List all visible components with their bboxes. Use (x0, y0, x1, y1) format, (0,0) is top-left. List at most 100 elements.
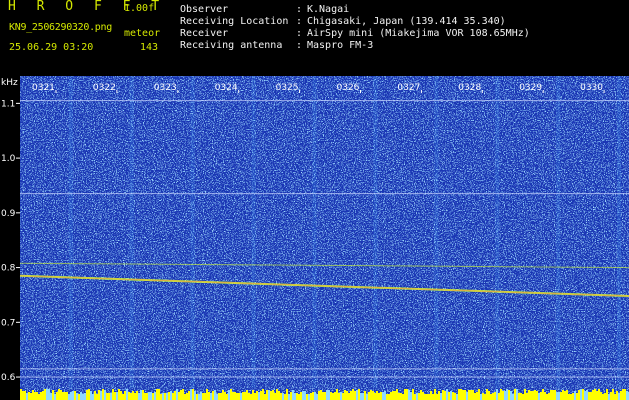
bottom-bar-segment (136, 391, 138, 400)
bottom-bar-segment (548, 393, 550, 400)
bottom-bar-segment (348, 393, 350, 400)
bottom-bar-segment (246, 390, 248, 400)
bottom-bar-segment (380, 392, 382, 400)
bottom-bar-segment (560, 392, 562, 400)
bottom-bar-segment (562, 390, 564, 400)
bottom-bar-segment (352, 389, 354, 400)
bottom-bar-segment (508, 390, 510, 400)
bottom-bar-segment (148, 392, 150, 400)
bottom-bar-segment (536, 391, 538, 400)
bottom-bar-segment (206, 389, 208, 400)
bottom-bar-segment (80, 392, 82, 400)
bottom-bar-segment (356, 390, 358, 400)
bottom-bar-segment (550, 390, 552, 400)
bottom-bar-segment (184, 394, 186, 400)
bottom-bar-segment (222, 390, 224, 400)
observer-key: Observer (180, 4, 229, 15)
bottom-bar-segment (416, 393, 418, 400)
bottom-bar-segment (620, 391, 622, 400)
bottom-bar-segment (398, 393, 400, 400)
spectrogram: kHz 1.1 1.0 0.9 0.8 0.7 0.6 0321 0322 0323 0324 0… (1, 76, 629, 400)
bottom-bar-segment (64, 392, 66, 400)
bottom-bar-segment (332, 393, 334, 400)
time-gridline (68, 76, 73, 388)
count-label: 143 (140, 42, 159, 53)
bottom-bar-segment (378, 393, 380, 400)
bottom-bar-segment (244, 392, 246, 400)
bottom-bar-segment (488, 391, 490, 400)
bottom-bar-segment (430, 391, 432, 400)
bottom-bar-segment (160, 394, 162, 400)
bottom-bar-segment (438, 391, 440, 400)
bottom-bar-segment (414, 394, 416, 400)
bottom-bar-segment (626, 391, 628, 400)
bottom-bar-segment (298, 394, 300, 400)
bottom-bar-segment (94, 391, 96, 400)
bottom-bar-segment (250, 394, 252, 400)
bottom-bar-segment (368, 392, 370, 400)
bottom-bar-segment (168, 392, 170, 400)
bottom-bar-segment (46, 389, 48, 400)
bottom-bar-segment (350, 391, 352, 400)
bottom-bar-segment (384, 391, 386, 400)
time-label: 0323 (154, 83, 177, 93)
bottom-bar-segment (272, 390, 274, 400)
bottom-bar-segment (178, 392, 180, 400)
bottom-bar-segment (432, 394, 434, 400)
bottom-bar-segment (468, 390, 470, 400)
bottom-bar-segment (240, 393, 242, 400)
bottom-bar-segment (444, 391, 446, 400)
bottom-bar-segment (396, 389, 398, 400)
bottom-bar-segment (36, 392, 38, 400)
bottom-bar-segment (234, 392, 236, 400)
bottom-bar-segment (78, 394, 80, 400)
bottom-bar-segment (328, 390, 330, 400)
bottom-bar-segment (480, 394, 482, 400)
antenna-key: Receiving antenna (180, 40, 283, 51)
bottom-bar-segment (524, 389, 526, 400)
bottom-bar-segment (238, 393, 240, 400)
time-label: 0328 (458, 83, 481, 93)
bottom-bar-segment (174, 391, 176, 400)
bottom-bar-segment (322, 392, 324, 400)
bottom-bar-segment (426, 394, 428, 400)
bottom-bar-segment (278, 391, 280, 400)
bottom-bar-segment (336, 389, 338, 400)
observer-sep: : (296, 4, 303, 15)
bottom-bar-segment (554, 390, 556, 400)
bottom-bar-segment (450, 391, 452, 400)
bottom-bar-segment (144, 393, 146, 400)
bottom-bar-segment (86, 390, 88, 400)
bottom-bar-segment (422, 392, 424, 400)
bottom-bar-segment (526, 393, 528, 400)
bottom-bar-segment (128, 392, 130, 400)
observer-value: K.Nagai (307, 4, 350, 15)
bottom-bar-segment (92, 394, 94, 400)
bottom-bar-segment (588, 392, 590, 400)
bottom-bar-segment (126, 389, 128, 400)
bottom-bar-segment (504, 391, 506, 400)
bottom-bar-segment (196, 394, 198, 400)
time-gridline (129, 76, 134, 388)
bottom-bar-segment (404, 389, 406, 400)
y-tick-label: 0.8 (1, 264, 16, 274)
bottom-bar-segment (34, 392, 36, 400)
bottom-bar-segment (392, 391, 394, 400)
bottom-bar-segment (248, 393, 250, 400)
bottom-bar-segment (130, 393, 132, 400)
bottom-bar-segment (232, 392, 234, 400)
bottom-bar-segment (406, 389, 408, 400)
bottom-bar-segment (388, 394, 390, 400)
bottom-bar-segment (150, 392, 152, 400)
bottom-bar-segment (354, 391, 356, 400)
bottom-bar-segment (158, 389, 160, 400)
bottom-bar-segment (260, 391, 262, 400)
location-key: Receiving Location (180, 16, 289, 27)
bottom-bar-segment (362, 393, 364, 400)
bottom-bar-segment (580, 389, 582, 400)
bottom-bar-segment (314, 392, 316, 400)
time-label: 0322 (93, 83, 116, 93)
bottom-bar-segment (316, 394, 318, 400)
bottom-bar-segment (304, 391, 306, 400)
bottom-bar-segment (134, 393, 136, 400)
